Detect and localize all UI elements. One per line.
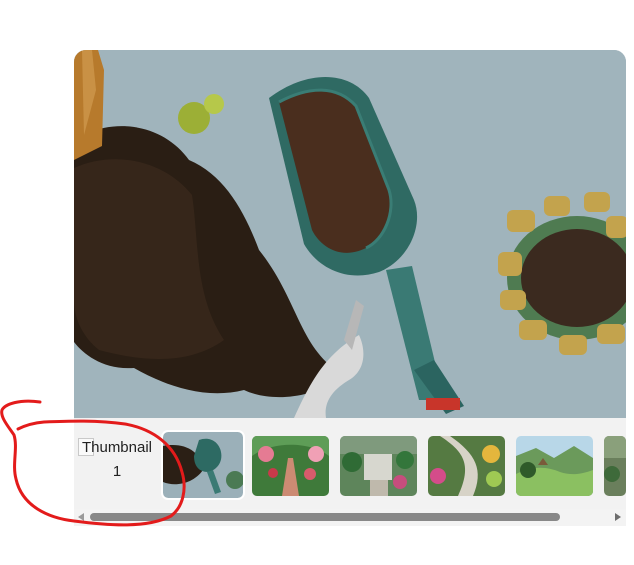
- main-image: [74, 50, 626, 418]
- thumbnail-strip[interactable]: Thumbnail 1: [74, 418, 626, 509]
- flower-path-photo-icon: [428, 436, 505, 496]
- horizontal-scrollbar[interactable]: [74, 509, 626, 526]
- thumbnail-6[interactable]: [516, 436, 593, 496]
- scroll-right-arrow-icon[interactable]: [615, 513, 621, 521]
- image-gallery: Thumbnail 1: [74, 50, 626, 526]
- thumbnail-1[interactable]: Thumbnail 1: [77, 436, 157, 498]
- thumbnail-7[interactable]: [604, 436, 626, 496]
- soil-scoop-photo-icon: [163, 432, 243, 498]
- partial-garden-photo-icon: [604, 436, 626, 496]
- thumbnail-2[interactable]: [161, 430, 245, 500]
- green-valley-photo-icon: [516, 436, 593, 496]
- scroll-left-arrow-icon[interactable]: [78, 513, 84, 521]
- courtyard-garden-photo-icon: [340, 436, 417, 496]
- thumbnail-5[interactable]: [428, 436, 505, 496]
- thumbnail-3[interactable]: [252, 436, 329, 496]
- main-image-photo: [74, 50, 626, 418]
- thumbnail-1-alt-text: Thumbnail 1: [81, 439, 153, 480]
- thumbnail-4[interactable]: [340, 436, 417, 496]
- garden-arch-photo-icon: [252, 436, 329, 496]
- scrollbar-thumb[interactable]: [90, 513, 560, 521]
